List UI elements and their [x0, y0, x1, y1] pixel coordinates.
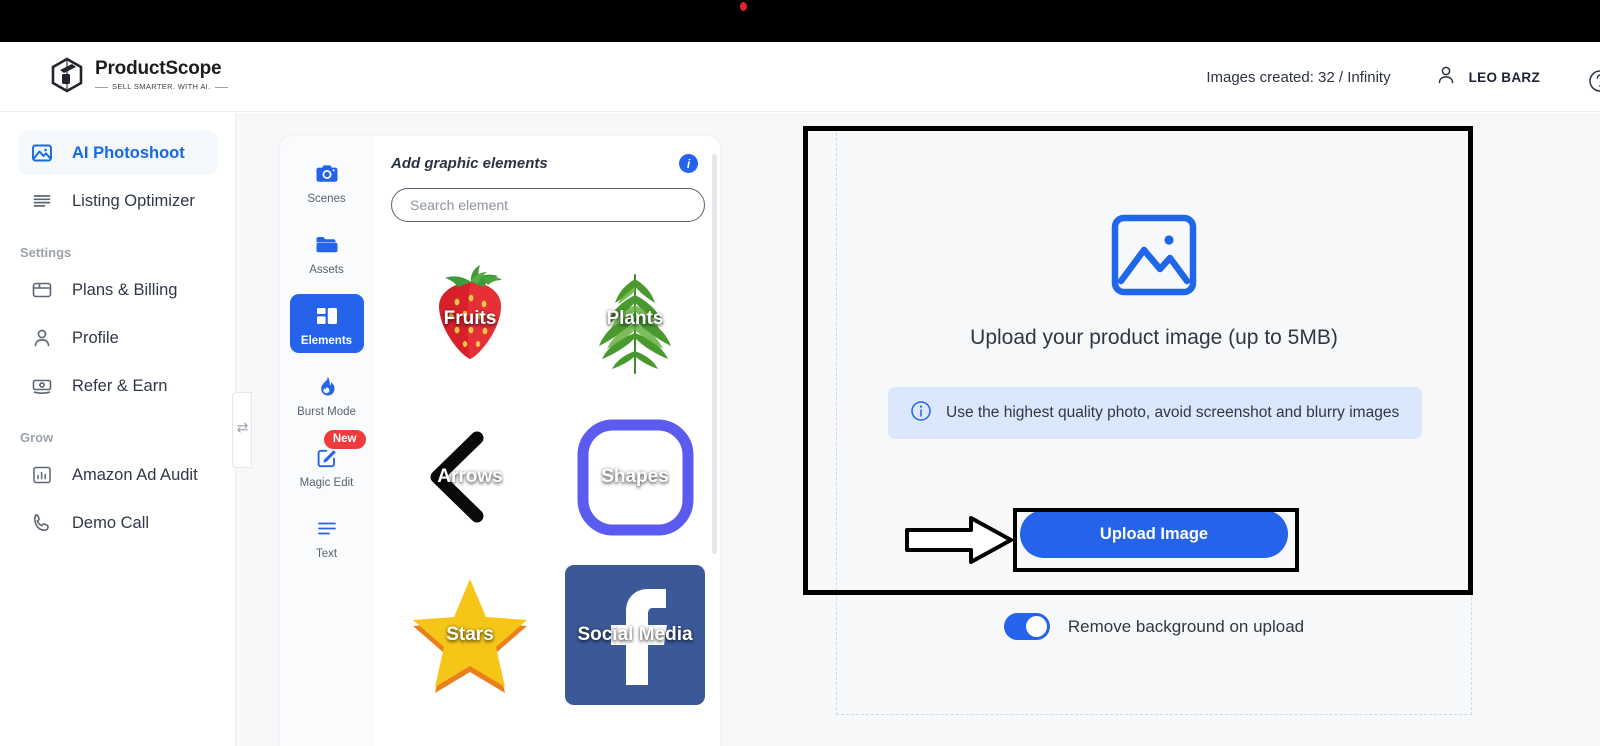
sidebar-group-grow: Grow — [20, 430, 54, 445]
sidebar-item-refer-earn[interactable]: Refer & Earn — [18, 364, 217, 408]
upload-tip-text: Use the highest quality photo, avoid scr… — [946, 404, 1400, 421]
remove-background-toggle[interactable] — [1003, 613, 1050, 640]
sidebar: AI Photoshoot Listing Optimizer Settings… — [0, 113, 236, 746]
sidebar-group-settings: Settings — [20, 245, 72, 260]
sidebar-item-ai-photoshoot[interactable]: AI Photoshoot — [18, 131, 217, 175]
tool-magic-edit[interactable]: New Magic Edit — [290, 430, 366, 495]
element-tile-social-media[interactable]: Social Media — [556, 556, 714, 714]
person-icon — [1435, 64, 1457, 91]
panel-title-row: Add graphic elements i — [391, 154, 698, 173]
upload-title: Upload your product image (up to 5MB) — [970, 326, 1338, 349]
sidebar-item-plans-billing[interactable]: Plans & Billing — [18, 268, 217, 312]
sidebar-item-label: Profile — [72, 328, 119, 347]
swap-arrows-icon — [236, 421, 249, 439]
flame-icon — [290, 373, 364, 401]
ring-art — [570, 728, 700, 746]
rounded-square-art — [577, 419, 693, 535]
info-icon[interactable]: i — [679, 154, 698, 173]
panel-scrollbar[interactable] — [712, 154, 717, 554]
tool-label: Assets — [309, 264, 344, 276]
element-tile-partial-right[interactable] — [556, 714, 714, 746]
tool-label: Magic Edit — [299, 477, 354, 489]
info-circle-icon — [910, 400, 932, 427]
tool-label: Burst Mode — [297, 406, 356, 418]
element-category-grid: Fruits Plants Arrows Shapes Stars Social… — [391, 240, 705, 746]
star-art — [413, 578, 527, 693]
sidebar-item-label: Amazon Ad Audit — [72, 465, 198, 484]
new-badge: New — [323, 430, 366, 449]
logo-name: ProductScope — [95, 58, 222, 80]
upload-image-button[interactable]: Upload Image — [1020, 510, 1288, 558]
remove-background-label: Remove background on upload — [1067, 616, 1305, 636]
tool-label: Text — [315, 548, 338, 560]
upload-tip-banner: Use the highest quality photo, avoid scr… — [888, 387, 1422, 439]
person-icon — [30, 326, 54, 350]
app-root: ProductScope SELL SMARTER. WITH AI. Imag… — [0, 0, 1600, 746]
recording-indicator-dot — [740, 2, 747, 11]
tool-elements[interactable]: Elements — [289, 294, 364, 353]
help-circle-icon[interactable] — [1587, 68, 1600, 99]
folder-icon — [290, 231, 364, 259]
logo-tagline: SELL SMARTER. WITH AI. — [95, 83, 228, 91]
panel-collapse-handle[interactable] — [232, 392, 252, 468]
bar-chart-icon — [30, 463, 54, 487]
list-lines-icon — [30, 189, 54, 213]
sidebar-item-label: Refer & Earn — [72, 376, 168, 395]
sidebar-item-label: Plans & Billing — [72, 280, 178, 299]
upload-dropzone[interactable]: Upload your product image (up to 5MB) Us… — [836, 128, 1472, 715]
images-created-counter: Images created: 32 / Infinity — [1206, 68, 1391, 86]
tool-rail: Scenes Assets Elements Burst Mode New Ma… — [280, 136, 373, 746]
toggle-knob — [1025, 616, 1047, 637]
strawberry-art — [439, 265, 502, 359]
app-header: ProductScope SELL SMARTER. WITH AI. Imag… — [0, 42, 1600, 112]
camera-icon — [290, 160, 364, 188]
element-tile-stars[interactable]: Stars — [391, 556, 549, 714]
elements-panel-body: Add graphic elements i Search element Fr… — [373, 136, 720, 746]
elements-panel: Scenes Assets Elements Burst Mode New Ma… — [280, 136, 720, 746]
chevron-art — [430, 431, 484, 523]
image-placeholder-icon — [1108, 209, 1200, 306]
logo[interactable]: ProductScope SELL SMARTER. WITH AI. — [48, 56, 228, 94]
element-tile-arrows[interactable]: Arrows — [391, 398, 549, 556]
element-tile-fruits[interactable]: Fruits — [391, 240, 549, 398]
wallet-icon — [30, 278, 54, 302]
panel-title: Add graphic elements — [391, 155, 548, 172]
element-tile-plants[interactable]: Plants — [556, 240, 714, 398]
fern-art — [599, 274, 671, 374]
browser-top-bar — [0, 0, 1600, 42]
user-name: LEO BARZ — [1468, 69, 1540, 85]
tool-scenes[interactable]: Scenes — [290, 152, 364, 211]
tool-assets[interactable]: Assets — [290, 223, 364, 282]
user-menu[interactable]: LEO BARZ — [1435, 64, 1540, 91]
tool-burst-mode[interactable]: Burst Mode — [290, 365, 364, 424]
header-right: Images created: 32 / Infinity LEO BARZ — [1206, 42, 1600, 112]
sidebar-item-listing-optimizer[interactable]: Listing Optimizer — [18, 179, 217, 223]
tool-label: Elements — [300, 335, 353, 347]
search-element-input[interactable] — [391, 188, 705, 222]
sidebar-item-label: Demo Call — [72, 513, 150, 532]
sidebar-item-amazon-ad-audit[interactable]: Amazon Ad Audit — [18, 453, 217, 497]
remove-background-row: Remove background on upload — [837, 613, 1471, 640]
tool-text[interactable]: Text — [290, 507, 364, 566]
circle-art — [405, 728, 535, 746]
phone-icon — [30, 511, 54, 535]
sidebar-item-label: Listing Optimizer — [72, 191, 195, 210]
facebook-art — [565, 565, 705, 705]
productscope-logo-icon — [48, 56, 86, 94]
text-lines-icon — [290, 515, 364, 543]
money-icon — [30, 374, 54, 398]
sidebar-item-profile[interactable]: Profile — [18, 316, 217, 360]
sidebar-item-label: AI Photoshoot — [72, 143, 185, 162]
blocks-icon — [290, 302, 364, 330]
element-tile-shapes[interactable]: Shapes — [556, 398, 714, 556]
image-icon — [30, 141, 54, 165]
element-tile-partial-left[interactable] — [391, 714, 549, 746]
tool-label: Scenes — [307, 193, 346, 205]
sidebar-item-demo-call[interactable]: Demo Call — [18, 501, 217, 545]
